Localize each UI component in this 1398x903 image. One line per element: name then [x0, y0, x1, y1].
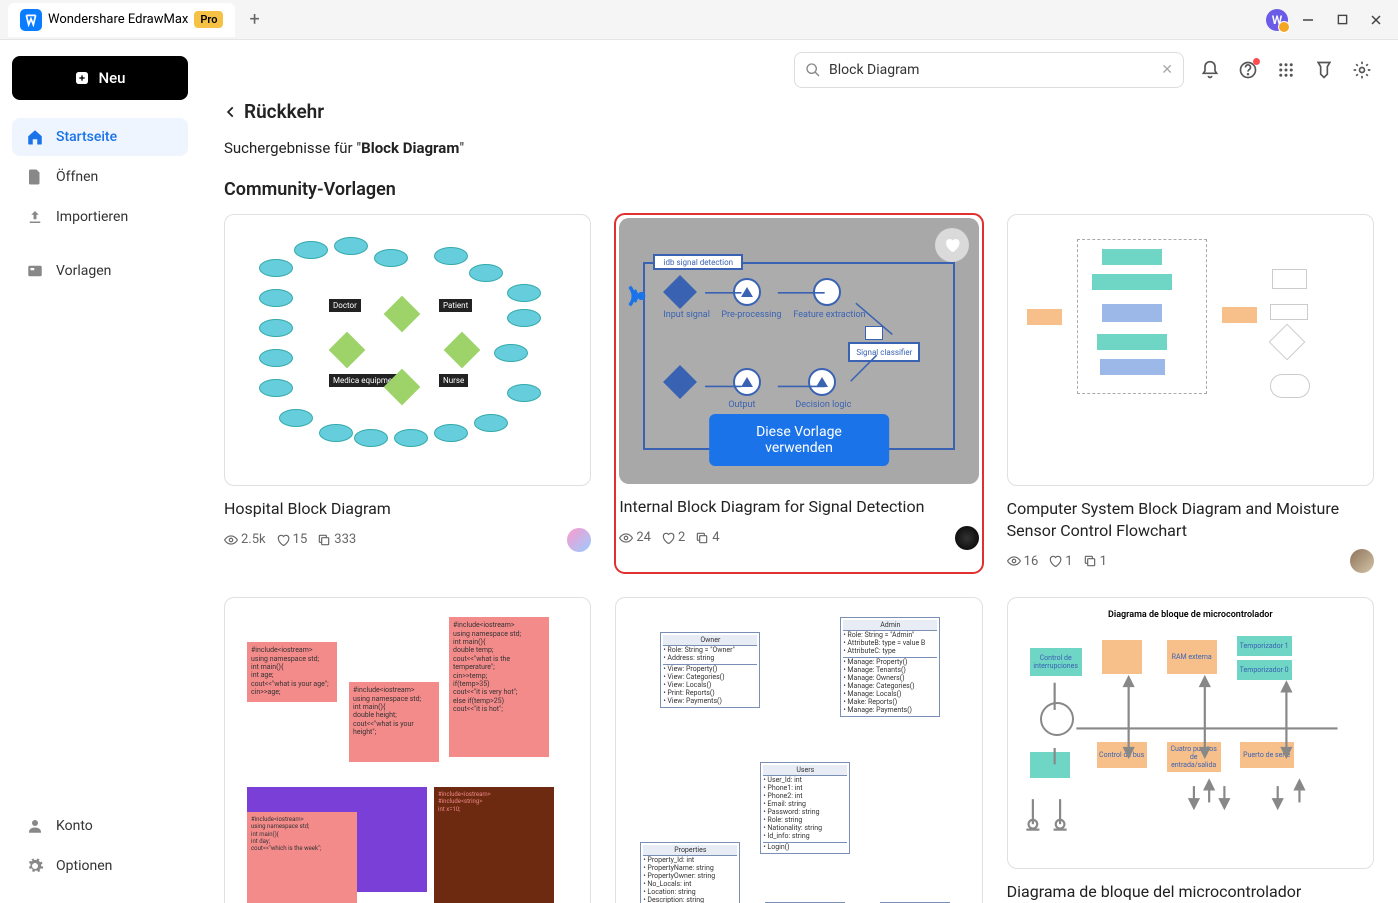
- template-icon: [26, 262, 44, 280]
- close-button[interactable]: [1362, 6, 1390, 34]
- author-avatar[interactable]: [955, 526, 979, 550]
- author-avatar[interactable]: [1350, 549, 1374, 573]
- template-card[interactable]: Owner• Role: String = "Owner"• Address: …: [615, 597, 982, 903]
- sidebar-item-label: Optionen: [56, 858, 112, 874]
- template-thumbnail[interactable]: Diagrama de bloque de microcontrolador C…: [1007, 597, 1374, 869]
- home-icon: [26, 128, 44, 146]
- search-box[interactable]: ✕: [794, 52, 1184, 88]
- template-card[interactable]: Diagrama de bloque de microcontrolador C…: [1007, 597, 1374, 903]
- template-card[interactable]: #include<iostream>using namespace std;in…: [224, 597, 591, 903]
- use-template-button[interactable]: Diese Vorlage verwenden: [709, 414, 889, 466]
- sidebar-item-label: Öffnen: [56, 169, 98, 185]
- back-button[interactable]: Rückkehr: [224, 100, 1374, 123]
- copies-stat: 333: [317, 532, 356, 547]
- template-stats: 2.5k 15 333: [224, 532, 356, 547]
- theme-icon[interactable]: [1312, 58, 1336, 82]
- template-title: Internal Block Diagram for Signal Detect…: [619, 496, 978, 518]
- main: ✕ Rückkehr Suchergebnisse für "Block Dia…: [200, 40, 1398, 903]
- sidebar-item-account[interactable]: Konto: [12, 807, 188, 845]
- pro-badge: Pro: [194, 11, 223, 28]
- template-thumbnail[interactable]: Doctor Patient Medica equipment Nurse: [224, 214, 591, 486]
- views-stat: 2.5k: [224, 532, 266, 547]
- tab-area: Wondershare EdrawMax Pro +: [8, 3, 266, 37]
- file-icon: [26, 168, 44, 186]
- likes-stat: 15: [276, 532, 308, 547]
- template-stats: 16 1 1: [1007, 554, 1107, 569]
- author-avatar[interactable]: [567, 528, 591, 552]
- sidebar: Neu Startseite Öffnen Importieren Vorlag…: [0, 40, 200, 903]
- template-stats: 24 2 4: [619, 530, 719, 545]
- maximize-button[interactable]: [1328, 6, 1356, 34]
- apps-icon[interactable]: [1274, 58, 1298, 82]
- sidebar-item-label: Vorlagen: [56, 263, 111, 279]
- gear-icon: [26, 857, 44, 875]
- template-title: Hospital Block Diagram: [224, 498, 591, 520]
- new-button[interactable]: Neu: [12, 56, 188, 100]
- sidebar-item-templates[interactable]: Vorlagen: [12, 252, 188, 290]
- template-card[interactable]: Computer System Block Diagram and Moistu…: [1007, 214, 1374, 573]
- template-card-selected[interactable]: idb signal detection Input signal Pre-pr…: [615, 214, 982, 573]
- user-icon: [26, 817, 44, 835]
- app-tab[interactable]: Wondershare EdrawMax Pro: [8, 3, 235, 37]
- sidebar-item-label: Startseite: [56, 129, 117, 145]
- section-title: Community-Vorlagen: [224, 179, 1374, 200]
- notifications-icon[interactable]: [1198, 58, 1222, 82]
- template-thumbnail[interactable]: idb signal detection Input signal Pre-pr…: [619, 218, 978, 484]
- search-input[interactable]: [829, 62, 1153, 78]
- user-avatar[interactable]: W: [1266, 9, 1288, 31]
- template-title: Computer System Block Diagram and Moistu…: [1007, 498, 1374, 541]
- app-name: Wondershare EdrawMax: [48, 12, 188, 27]
- new-tab-button[interactable]: +: [243, 9, 265, 30]
- settings-icon[interactable]: [1350, 58, 1374, 82]
- back-label: Rückkehr: [244, 100, 324, 123]
- titlebar: Wondershare EdrawMax Pro + W: [0, 0, 1398, 40]
- sidebar-item-open[interactable]: Öffnen: [12, 158, 188, 196]
- window-controls: W: [1266, 6, 1390, 34]
- content: Rückkehr Suchergebnisse für "Block Diagr…: [200, 100, 1398, 903]
- template-title: Diagrama de bloque del microcontrolador: [1007, 881, 1374, 903]
- help-icon[interactable]: [1236, 58, 1260, 82]
- minimize-button[interactable]: [1294, 6, 1322, 34]
- template-card[interactable]: Doctor Patient Medica equipment Nurse: [224, 214, 591, 573]
- sidebar-item-label: Konto: [56, 818, 93, 834]
- search-clear-button[interactable]: ✕: [1161, 62, 1173, 78]
- sidebar-item-options[interactable]: Optionen: [12, 847, 188, 885]
- new-button-label: Neu: [98, 69, 125, 87]
- import-icon: [26, 208, 44, 226]
- template-grid: Doctor Patient Medica equipment Nurse: [224, 214, 1374, 903]
- app-logo-icon: [20, 9, 42, 31]
- sidebar-item-label: Importieren: [56, 209, 128, 225]
- search-icon: [805, 62, 821, 78]
- sidebar-item-home[interactable]: Startseite: [12, 118, 188, 156]
- topbar: ✕: [200, 40, 1398, 100]
- template-thumbnail[interactable]: #include<iostream>using namespace std;in…: [224, 597, 591, 903]
- template-thumbnail[interactable]: Owner• Role: String = "Owner"• Address: …: [615, 597, 982, 903]
- search-results-label: Suchergebnisse für "Block Diagram": [224, 139, 1374, 157]
- template-thumbnail[interactable]: [1007, 214, 1374, 486]
- sidebar-item-import[interactable]: Importieren: [12, 198, 188, 236]
